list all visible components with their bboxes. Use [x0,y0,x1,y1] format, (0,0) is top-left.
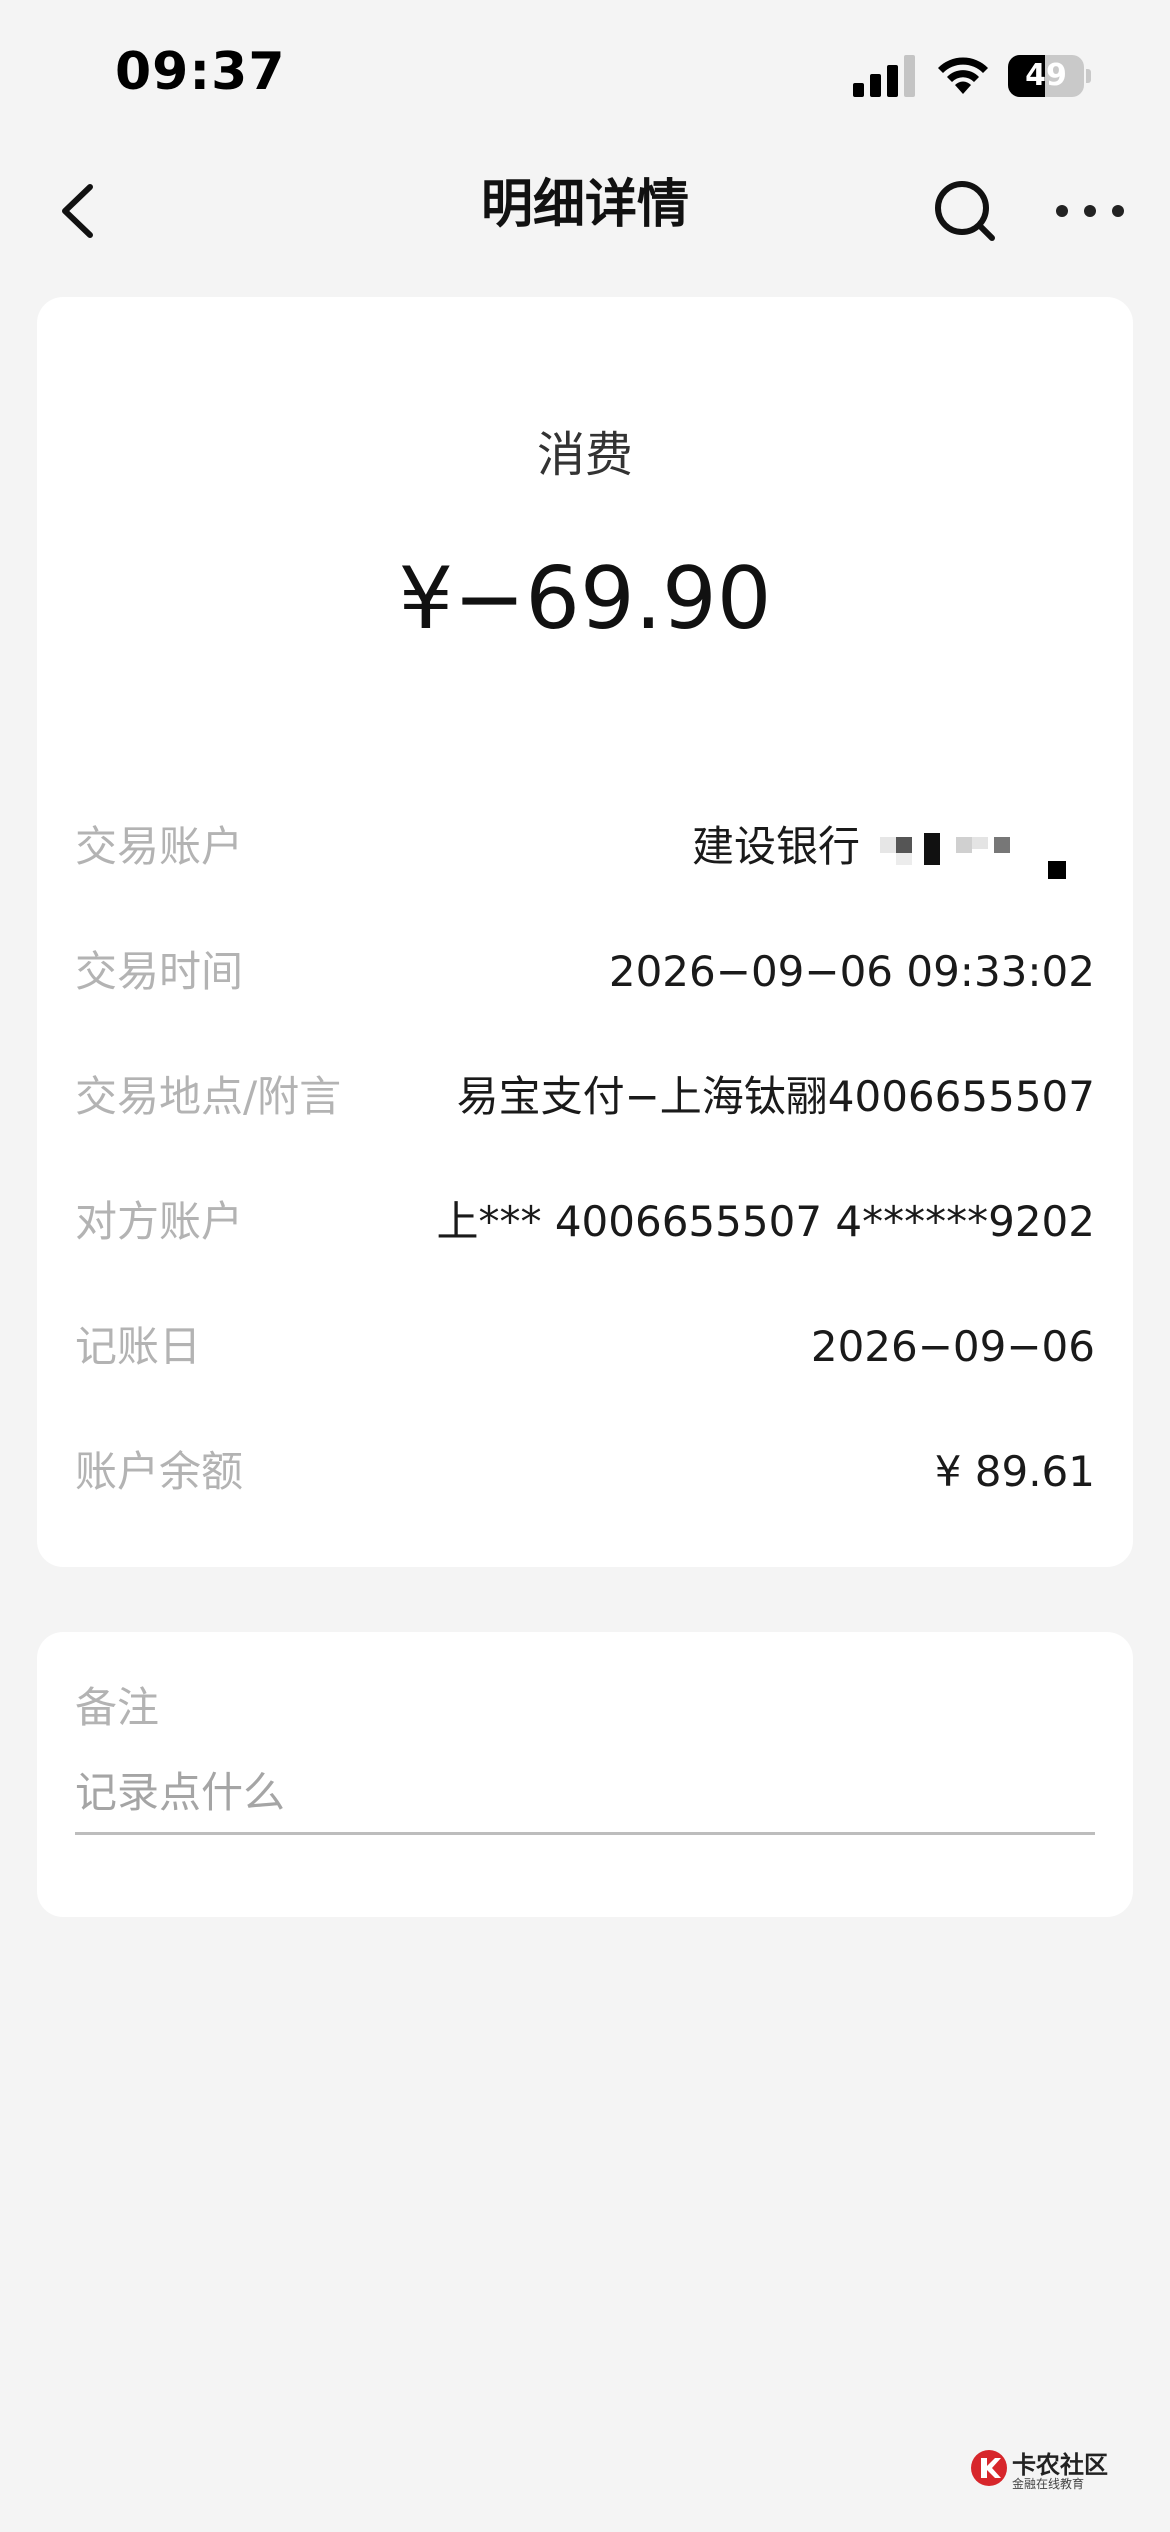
kanong-logo-icon [971,2450,1007,2486]
transaction-type: 消费 [536,427,633,483]
detail-row-time: 交易时间 2026−09−06 09:33:02 [75,937,1095,1007]
note-input[interactable] [75,1752,1095,1835]
search-button[interactable] [930,175,1000,245]
more-button[interactable] [1050,175,1130,245]
detail-value-account: 建设银行 [692,812,1095,885]
detail-label: 对方账户 [75,1197,244,1246]
chevron-left-icon [62,184,93,238]
detail-value: 2026−09−06 09:33:02 [608,947,1095,996]
more-icon [1056,205,1124,217]
detail-value: 上*** 4006655507 4******9202 [436,1197,1095,1246]
nav-bar: 明细详情 [0,150,1170,270]
detail-value: 2026−09−06 [810,1322,1095,1371]
masked-account-number [860,815,1095,885]
detail-row-balance: 账户余额 ¥ 89.61 [75,1437,1095,1507]
note-card: 备注 [37,1632,1133,1917]
detail-label: 账户余额 [75,1447,244,1496]
detail-row-counterparty: 对方账户 上*** 4006655507 4******9202 [75,1187,1095,1257]
detail-value: 易宝支付−上海钛翮4006655507 [456,1072,1095,1121]
cellular-signal-icon [853,55,915,97]
detail-label: 记账日 [75,1322,202,1371]
back-button[interactable] [50,175,110,245]
watermark-subtitle: 金融在线教育 [1012,2477,1085,2491]
status-bar: 09:37 49 [0,0,1170,150]
status-time: 09:37 [115,42,286,102]
detail-row-posting-date: 记账日 2026−09−06 [75,1312,1095,1382]
battery-body: 49 [1008,55,1084,97]
detail-value: ¥ 89.61 [934,1447,1095,1496]
transaction-detail-card: 消费 ¥−69.90 交易账户 建设银行 交易时间 2026−09−06 09:… [37,297,1133,1567]
watermark: 卡农社区 金融在线教育 [970,2445,1120,2495]
battery-icon: 49 [1008,55,1092,97]
detail-row-account: 交易账户 建设银行 [75,812,1095,882]
battery-cap [1086,69,1091,83]
battery-level-text: 49 [1025,58,1067,93]
bank-name: 建设银行 [691,822,860,871]
note-title: 备注 [75,1683,160,1732]
search-icon [935,181,995,241]
detail-row-location: 交易地点/附言 易宝支付−上海钛翮4006655507 [75,1062,1095,1132]
detail-label: 交易账户 [75,822,244,871]
detail-label: 交易地点/附言 [75,1072,342,1121]
wifi-icon [938,57,988,94]
detail-label: 交易时间 [75,947,244,996]
transaction-amount: ¥−69.90 [398,549,772,649]
